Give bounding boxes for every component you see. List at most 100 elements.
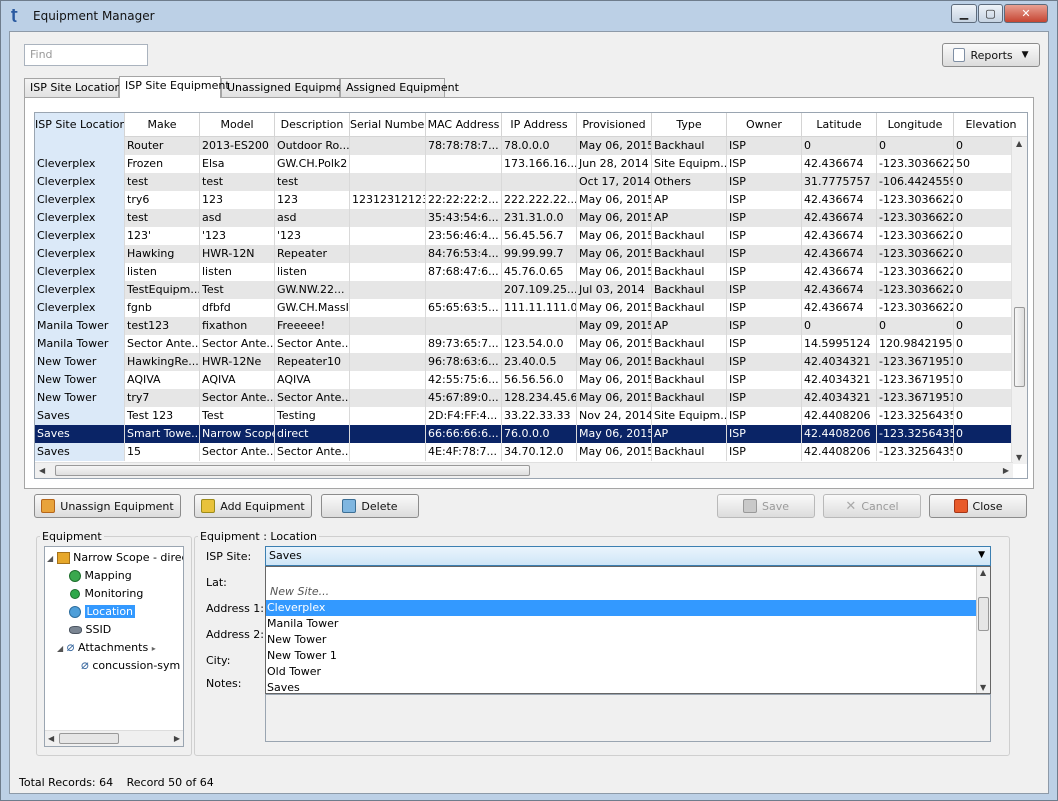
tree-item-attachment-file[interactable]: ⌀ concussion-sym	[81, 657, 180, 675]
column-header[interactable]: Serial Number	[350, 113, 426, 137]
tab-unassigned-equipment[interactable]: Unassigned Equipment	[221, 78, 354, 97]
table-cell: Backhaul	[652, 227, 727, 245]
table-row[interactable]: New Tower HawkingRe... HWR-12Ne Repeater10 9…	[35, 353, 1027, 371]
column-header[interactable]: Owner	[727, 113, 802, 137]
column-header[interactable]: Type	[652, 113, 727, 137]
reports-button[interactable]: Reports ▼	[942, 43, 1040, 67]
cancel-button[interactable]: ✕ Cancel	[823, 494, 921, 518]
column-header[interactable]: Provisioned	[577, 113, 652, 137]
table-row[interactable]: Cleverplex Frozen Elsa GW.CH.Polk2 173.166.1…	[35, 155, 1027, 173]
table-row[interactable]: Router 2013-ES200 Outdoor Ro... 78:78:78:7.…	[35, 137, 1027, 155]
maximize-button[interactable]: ▢	[978, 4, 1003, 23]
save-button[interactable]: Save	[717, 494, 815, 518]
unassign-equipment-button[interactable]: Unassign Equipment	[34, 494, 181, 518]
scroll-right-icon[interactable]: ▶	[1003, 466, 1009, 475]
table-row[interactable]: Cleverplex test asd asd 35:43:54:6... 231.31.…	[35, 209, 1027, 227]
close-button[interactable]: Close	[929, 494, 1027, 518]
table-row[interactable]: Saves Smart Towe... Narrow Scope direct 66:6…	[35, 425, 1027, 443]
dropdown-option[interactable]: New Site...	[266, 584, 976, 600]
notes-field[interactable]	[265, 694, 991, 742]
tree-horizontal-scrollbar[interactable]: ◀ ▶	[45, 730, 183, 746]
table-cell	[426, 173, 502, 191]
table-cell: try6	[125, 191, 200, 209]
column-header[interactable]: Elevation	[954, 113, 1027, 137]
find-input[interactable]: Find	[24, 44, 148, 66]
minimize-button[interactable]: ▁	[951, 4, 977, 23]
tree-item-monitoring[interactable]: Monitoring	[69, 585, 143, 603]
dropdown-option[interactable]: Saves	[266, 680, 976, 696]
column-header[interactable]: MAC Address	[426, 113, 502, 137]
table-row[interactable]: Cleverplex Hawking HWR-12N Repeater 84:76:53…	[35, 245, 1027, 263]
tree-scroll-thumb[interactable]	[59, 733, 119, 744]
tab-isp-site-equipment[interactable]: ISP Site Equipment	[119, 76, 230, 98]
isp-site-select[interactable]: Saves ▼	[265, 546, 991, 566]
table-row[interactable]: Cleverplex fgnb dfbfd GW.CH.MassI 65:65:63:5…	[35, 299, 1027, 317]
table-row[interactable]: Cleverplex TestEquipm... Test GW.NW.22... 20…	[35, 281, 1027, 299]
scroll-left-icon[interactable]: ◀	[39, 466, 45, 475]
scroll-down-icon[interactable]: ▼	[1016, 453, 1022, 462]
close-window-button[interactable]: ✕	[1004, 4, 1048, 23]
lat-label: Lat:	[206, 576, 227, 589]
column-header[interactable]: IP Address	[502, 113, 577, 137]
table-cell: 42.436674	[802, 191, 877, 209]
table-row[interactable]: Manila Tower test123 fixathon Freeeee! May 0…	[35, 317, 1027, 335]
column-header[interactable]: Make	[125, 113, 200, 137]
table-cell: AP	[652, 191, 727, 209]
table-cell	[350, 389, 426, 407]
dropdown-option[interactable]: Cleverplex	[266, 600, 976, 616]
chevron-down-icon[interactable]: ▼	[978, 550, 985, 560]
tree-item-ssid[interactable]: SSID	[69, 621, 111, 639]
table-row[interactable]: Saves 15 Sector Ante... Sector Ante... 4E:4F…	[35, 443, 1027, 461]
table-cell	[426, 281, 502, 299]
title-bar[interactable]: ʈ Equipment Manager ▁ ▢ ✕	[1, 1, 1057, 31]
scroll-up-icon[interactable]: ▲	[1016, 139, 1022, 148]
dropdown-option[interactable]: New Tower	[266, 632, 976, 648]
table-cell	[502, 317, 577, 335]
dropdown-scrollbar[interactable]: ▲ ▼	[976, 567, 990, 693]
table-cell: 89:73:65:7...	[426, 335, 502, 353]
table-row[interactable]: Cleverplex test test test Oct 17, 2014 Others…	[35, 173, 1027, 191]
table-cell: GW.CH.Polk2	[275, 155, 350, 173]
tree-item-location[interactable]: Location	[69, 603, 136, 621]
horizontal-scrollbar[interactable]: ◀ ▶	[35, 462, 1013, 478]
table-cell: 42.4408206	[802, 407, 877, 425]
column-header[interactable]: Model	[200, 113, 275, 137]
dropdown-scroll-thumb[interactable]	[978, 597, 989, 631]
dropdown-option[interactable]: Manila Tower	[266, 616, 976, 632]
dropdown-option[interactable]: New Tower 1	[266, 648, 976, 664]
scroll-down-icon[interactable]: ▼	[980, 683, 986, 692]
equipment-box-icon	[56, 552, 70, 564]
column-header[interactable]: Longitude	[877, 113, 954, 137]
table-cell: 120.9842195	[877, 335, 954, 353]
column-header[interactable]: Latitude	[802, 113, 877, 137]
dropdown-option[interactable]: Old Tower	[266, 664, 976, 680]
table-row[interactable]: Cleverplex listen listen listen 87:68:47:6..…	[35, 263, 1027, 281]
table-cell	[350, 353, 426, 371]
table-row[interactable]: Cleverplex try6 123 123 12312312123 22:22:22:…	[35, 191, 1027, 209]
tree-item-attachments[interactable]: ◢ ⌀ Attachments ▸	[57, 639, 156, 657]
column-header[interactable]: ISP Site Location	[35, 113, 125, 137]
tree-root[interactable]: ◢ Narrow Scope - direc	[47, 549, 183, 567]
horizontal-scroll-thumb[interactable]	[55, 465, 530, 476]
scroll-up-icon[interactable]: ▲	[980, 568, 986, 577]
tab-assigned-equipment[interactable]: Assigned Equipment	[340, 78, 459, 97]
add-equipment-button[interactable]: Add Equipment	[194, 494, 312, 518]
table-row[interactable]: New Tower try7 Sector Ante... Sector Ante..…	[35, 389, 1027, 407]
table-row[interactable]: Saves Test 123 Test Testing 2D:F4:FF:4... 33.…	[35, 407, 1027, 425]
table-cell: Repeater10	[275, 353, 350, 371]
status-dot-icon	[70, 589, 80, 599]
table-row[interactable]: New Tower AQIVA AQIVA AQIVA 42:55:75:6... 56.…	[35, 371, 1027, 389]
vertical-scroll-thumb[interactable]	[1014, 307, 1025, 387]
delete-button[interactable]: Delete	[321, 494, 419, 518]
app-logo-icon: ʈ	[11, 7, 18, 23]
scroll-right-icon[interactable]: ▶	[174, 734, 180, 743]
total-records: Total Records: 64	[19, 776, 114, 789]
scroll-left-icon[interactable]: ◀	[48, 734, 54, 743]
column-header[interactable]: Description	[275, 113, 350, 137]
vertical-scrollbar[interactable]: ▲ ▼	[1011, 137, 1027, 464]
tab-isp-site-locations[interactable]: ISP Site Locations	[24, 78, 127, 97]
table-row[interactable]: Manila Tower Sector Ante... Sector Ante...…	[35, 335, 1027, 353]
table-row[interactable]: Cleverplex 123' '123'123 23:56:46:4... 56.45…	[35, 227, 1027, 245]
table-cell: May 06, 2015	[577, 209, 652, 227]
tree-item-mapping[interactable]: Mapping	[69, 567, 132, 585]
